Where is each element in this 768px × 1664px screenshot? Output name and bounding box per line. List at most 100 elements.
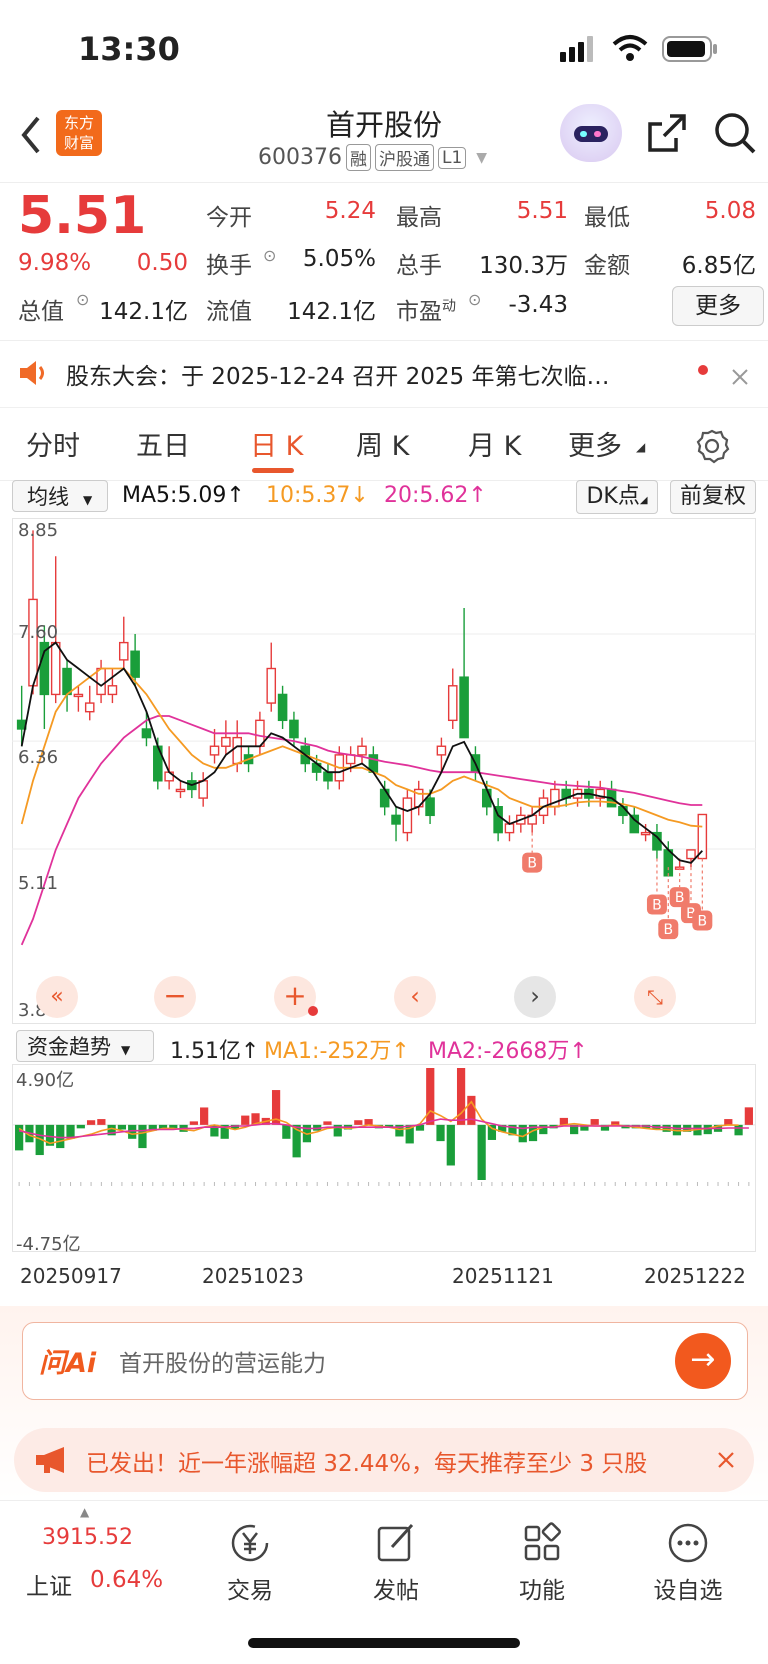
flow-bar (662, 1124, 671, 1132)
buy-signal-label: B (527, 856, 537, 872)
flow-bar (364, 1119, 373, 1125)
ai-question-box[interactable]: 问Ai 首开股份的营运能力 → (22, 1322, 748, 1400)
flow-bar (426, 1068, 435, 1125)
dk-point-label: DK点 (586, 484, 640, 509)
candle-body (232, 736, 242, 765)
candle-body (640, 831, 651, 836)
flow-bar (56, 1124, 65, 1149)
dk-point-button[interactable]: DK点◢ (576, 480, 658, 514)
notice-text: 股东大会：于 2025-12-24 召开 2025 年第七次临… (66, 364, 610, 390)
flow-bar (200, 1107, 209, 1125)
tab-five-day[interactable]: 五日 (136, 424, 190, 463)
candle-body (73, 693, 84, 698)
candle-body (323, 771, 333, 782)
stock-subtitle[interactable]: 600376 融 沪股通 L1 ▼ (258, 144, 487, 171)
flow-top-label: 4.90亿 (16, 1070, 75, 1091)
ai-robot-icon[interactable] (560, 104, 622, 162)
date-axis: 20250917 20251023 20251121 20251222 (0, 1252, 768, 1308)
candle-body (663, 849, 674, 877)
nav-add-watchlist[interactable]: 设自选 (638, 1501, 738, 1605)
status-bar: 13:30 (0, 0, 768, 100)
candle-body (107, 685, 118, 696)
gear-icon[interactable] (694, 428, 730, 464)
candle-body (266, 667, 277, 704)
flow-bar (744, 1107, 753, 1125)
indicator-selector-label: 均线 (27, 485, 69, 509)
low-value: 5.08 (704, 198, 756, 224)
battery-icon (662, 36, 717, 62)
fullscreen-icon[interactable]: ⤡ (634, 976, 676, 1018)
share-icon[interactable] (646, 112, 688, 154)
ma5-value: MA5:5.09↑ (122, 483, 245, 508)
search-icon[interactable] (712, 110, 758, 156)
close-icon[interactable] (730, 367, 750, 387)
flow-value: 1.51亿↑ (170, 1039, 260, 1064)
candle-body (447, 685, 458, 722)
tab-daily-k[interactable]: 日 K (250, 424, 303, 463)
status-time: 13:30 (78, 30, 180, 68)
step-left-icon[interactable]: ‹ (394, 976, 436, 1018)
active-tab-indicator (252, 468, 294, 473)
candle-body (504, 823, 515, 834)
tab-weekly-k[interactable]: 周 K (356, 424, 409, 463)
flow-ma1-line (18, 1100, 739, 1145)
grid-icon (524, 1522, 561, 1561)
more-button[interactable]: 更多 (672, 286, 764, 326)
flow-bar (436, 1124, 445, 1142)
candle-body (379, 788, 390, 808)
candle-body (277, 693, 288, 722)
flow-bar (282, 1124, 291, 1139)
y-label-3: 6.36 (18, 747, 59, 768)
volume-value: 130.3万 (479, 253, 568, 279)
amount-label: 金额 (584, 253, 630, 279)
info-icon[interactable]: ⊙ (76, 290, 89, 309)
zoom-out-icon[interactable]: − (154, 976, 196, 1018)
close-icon[interactable] (716, 1450, 736, 1470)
tab-intraday[interactable]: 分时 (26, 424, 80, 463)
nav-post[interactable]: 发帖 (346, 1501, 446, 1605)
more-dots-icon (668, 1523, 708, 1563)
nav-trade[interactable]: 交易 (200, 1501, 300, 1605)
buy-signal-label: B (652, 898, 662, 914)
notice-bar[interactable]: 股东大会：于 2025-12-24 召开 2025 年第七次临… (0, 340, 768, 408)
nav-functions[interactable]: 功能 (492, 1501, 592, 1605)
tab-monthly-k[interactable]: 月 K (468, 424, 521, 463)
flow-bar (128, 1124, 137, 1139)
flow-chart[interactable] (12, 1064, 756, 1252)
nav-post-label: 发帖 (373, 1578, 419, 1604)
indicator-selector[interactable]: 均线 ▼ (12, 480, 108, 512)
date-label-3: 20251121 (452, 1264, 554, 1288)
high-value: 5.51 (516, 198, 568, 224)
flow-bar (138, 1124, 147, 1149)
index-value[interactable]: 3915.52 (42, 1525, 133, 1550)
flow-bar (354, 1120, 363, 1125)
edit-icon (377, 1523, 414, 1562)
pe-value: -3.43 (508, 292, 568, 318)
pe-label: 市盈动 (396, 292, 456, 326)
index-change[interactable]: 0.64% (90, 1567, 163, 1593)
ai-question-text: 首开股份的营运能力 (119, 1351, 326, 1377)
candle-body (391, 814, 401, 825)
flow-selector[interactable]: 资金趋势 ▼ (16, 1030, 154, 1062)
tab-more[interactable]: 更多 (568, 424, 622, 463)
info-icon[interactable]: ⊙ (263, 246, 276, 265)
low-label: 最低 (584, 205, 630, 231)
kline-chart[interactable]: BBBBB B (12, 518, 756, 1024)
promo-banner[interactable]: 已发出！近一年涨幅超 32.44%，每天推荐至少 3 只股 (14, 1428, 754, 1492)
index-name[interactable]: 上证 (26, 1567, 72, 1601)
candle-body (289, 719, 299, 739)
info-icon[interactable]: ⊙ (468, 290, 481, 309)
flow-bar (189, 1121, 198, 1125)
flow-bar (487, 1124, 497, 1140)
adjust-button[interactable]: 前复权 (670, 480, 756, 514)
ai-brand: 问Ai (39, 1348, 97, 1379)
rewind-icon[interactable]: « (36, 976, 78, 1018)
pe-superscript: 动 (442, 298, 456, 315)
send-arrow-icon[interactable]: → (675, 1333, 731, 1389)
candle-body (118, 641, 129, 661)
flow-bar (323, 1121, 332, 1125)
amount-value: 6.85亿 (681, 253, 756, 279)
speaker-icon (20, 361, 44, 385)
step-right-icon[interactable]: › (514, 976, 556, 1018)
buy-signal-label: B (675, 890, 685, 906)
